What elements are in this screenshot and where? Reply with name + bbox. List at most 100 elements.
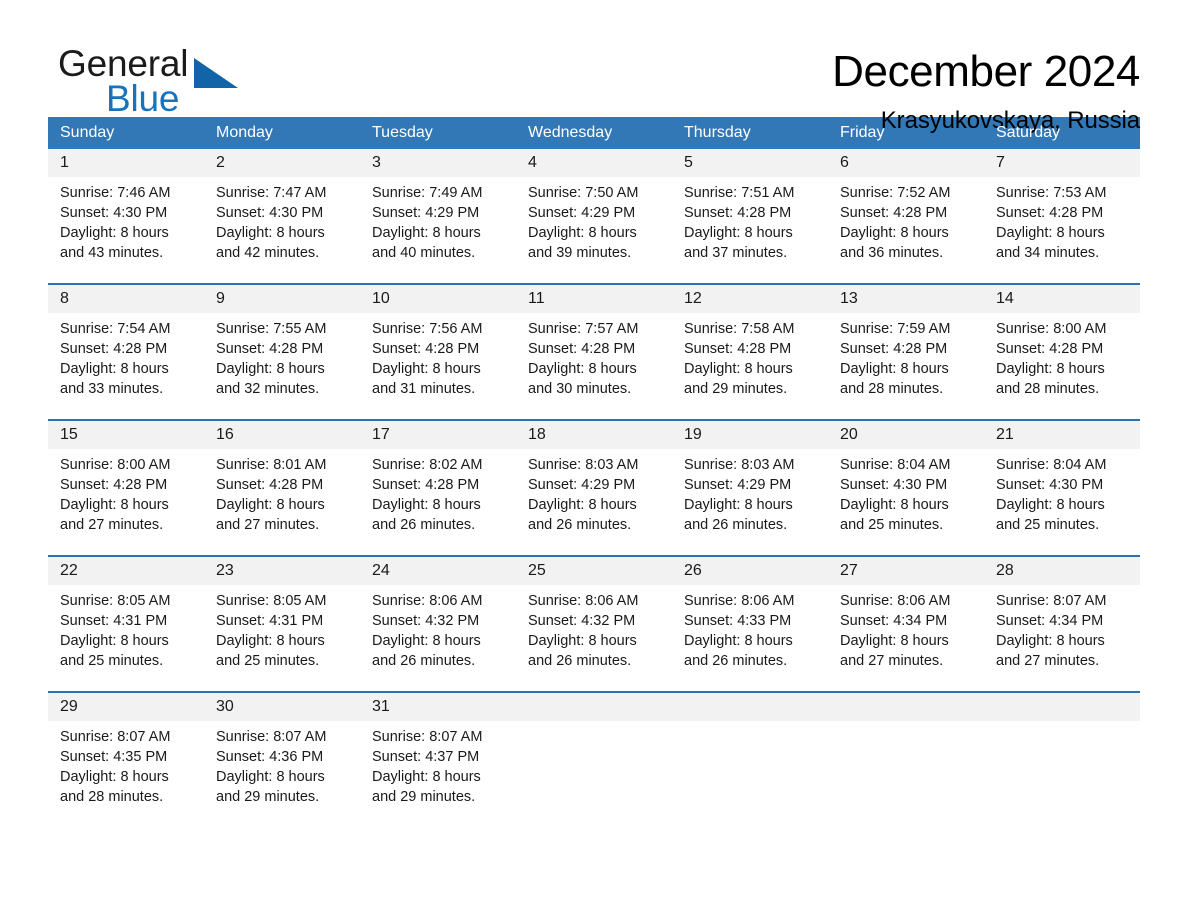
day-sunset-text: Sunset: 4:28 PM — [996, 341, 1104, 357]
day-cell[interactable]: Sunrise: 8:07 AM Sunset: 4:34 PM Daylight:… — [984, 585, 1140, 691]
calendar-week-row: 8 9 10 11 12 13 14 Sunrise: 7:54 AM Sunset: 4:28… — [48, 283, 1140, 419]
day-cell[interactable]: Sunrise: 8:02 AM Sunset: 4:28 PM Daylight:… — [360, 449, 516, 555]
day-daylight-1-text: Daylight: 8 hours — [996, 633, 1105, 649]
day-cell[interactable]: Sunrise: 7:49 AM Sunset: 4:29 PM Daylight:… — [360, 177, 516, 283]
day-number[interactable]: 29 — [48, 693, 204, 721]
day-cell[interactable]: Sunrise: 8:01 AM Sunset: 4:28 PM Daylight:… — [204, 449, 360, 555]
day-number[interactable]: 21 — [984, 421, 1140, 449]
day-number[interactable]: 17 — [360, 421, 516, 449]
day-number[interactable]: 9 — [204, 285, 360, 313]
day-cell[interactable]: Sunrise: 8:06 AM Sunset: 4:32 PM Daylight:… — [360, 585, 516, 691]
day-cell[interactable]: Sunrise: 8:04 AM Sunset: 4:30 PM Daylight:… — [828, 449, 984, 555]
day-number[interactable]: 1 — [48, 149, 204, 177]
day-cell[interactable]: Sunrise: 8:06 AM Sunset: 4:34 PM Daylight:… — [828, 585, 984, 691]
day-daylight-2-text: and 26 minutes. — [684, 517, 788, 533]
day-number[interactable]: 27 — [828, 557, 984, 585]
day-number-band: 15 16 17 18 19 20 21 — [48, 421, 1140, 449]
day-cell[interactable]: Sunrise: 7:52 AM Sunset: 4:28 PM Daylight:… — [828, 177, 984, 283]
day-cell[interactable]: Sunrise: 8:07 AM Sunset: 4:37 PM Daylight:… — [360, 721, 516, 833]
day-sunrise-text: Sunrise: 7:59 AM — [840, 321, 951, 337]
day-daylight-2-text: and 28 minutes. — [996, 381, 1100, 397]
calendar-week-row: 22 23 24 25 26 27 28 Sunrise: 8:05 AM Sunset: 4:… — [48, 555, 1140, 691]
day-sunset-text: Sunset: 4:29 PM — [528, 477, 636, 493]
calendar-grid: Sunday Monday Tuesday Wednesday Thursday Frid… — [48, 117, 1140, 833]
day-number[interactable]: 30 — [204, 693, 360, 721]
day-number[interactable]: 25 — [516, 557, 672, 585]
day-cell[interactable]: Sunrise: 7:53 AM Sunset: 4:28 PM Daylight:… — [984, 177, 1140, 283]
day-sunset-text: Sunset: 4:34 PM — [840, 613, 948, 629]
day-number[interactable]: 10 — [360, 285, 516, 313]
day-number[interactable]: 18 — [516, 421, 672, 449]
day-number[interactable]: 13 — [828, 285, 984, 313]
day-daylight-2-text: and 34 minutes. — [996, 245, 1100, 261]
day-sunrise-text: Sunrise: 8:06 AM — [840, 593, 951, 609]
day-sunset-text: Sunset: 4:29 PM — [684, 477, 792, 493]
day-number[interactable]: 8 — [48, 285, 204, 313]
day-cell[interactable]: Sunrise: 7:51 AM Sunset: 4:28 PM Daylight:… — [672, 177, 828, 283]
day-detail-row: Sunrise: 8:05 AM Sunset: 4:31 PM Daylight:… — [48, 585, 1140, 691]
day-number[interactable]: 23 — [204, 557, 360, 585]
day-sunset-text: Sunset: 4:28 PM — [528, 341, 636, 357]
day-sunset-text: Sunset: 4:30 PM — [840, 477, 948, 493]
day-cell[interactable]: Sunrise: 8:07 AM Sunset: 4:35 PM Daylight:… — [48, 721, 204, 833]
day-cell[interactable]: Sunrise: 8:00 AM Sunset: 4:28 PM Daylight:… — [48, 449, 204, 555]
day-cell[interactable]: Sunrise: 8:03 AM Sunset: 4:29 PM Daylight:… — [672, 449, 828, 555]
day-daylight-2-text: and 28 minutes. — [60, 789, 164, 805]
day-number[interactable]: 4 — [516, 149, 672, 177]
day-cell[interactable]: Sunrise: 8:05 AM Sunset: 4:31 PM Daylight:… — [204, 585, 360, 691]
day-cell[interactable]: Sunrise: 8:06 AM Sunset: 4:33 PM Daylight:… — [672, 585, 828, 691]
day-number[interactable]: 28 — [984, 557, 1140, 585]
day-sunset-text: Sunset: 4:28 PM — [840, 341, 948, 357]
day-daylight-1-text: Daylight: 8 hours — [216, 769, 325, 785]
day-cell[interactable]: Sunrise: 7:56 AM Sunset: 4:28 PM Daylight:… — [360, 313, 516, 419]
day-sunset-text: Sunset: 4:28 PM — [372, 341, 480, 357]
day-cell[interactable]: Sunrise: 7:55 AM Sunset: 4:28 PM Daylight:… — [204, 313, 360, 419]
day-cell-empty — [516, 721, 672, 833]
day-sunset-text: Sunset: 4:32 PM — [528, 613, 636, 629]
day-cell[interactable]: Sunrise: 8:05 AM Sunset: 4:31 PM Daylight:… — [48, 585, 204, 691]
day-cell[interactable]: Sunrise: 7:58 AM Sunset: 4:28 PM Daylight:… — [672, 313, 828, 419]
day-daylight-2-text: and 26 minutes. — [684, 653, 788, 669]
day-number[interactable]: 14 — [984, 285, 1140, 313]
day-cell[interactable]: Sunrise: 8:04 AM Sunset: 4:30 PM Daylight:… — [984, 449, 1140, 555]
day-daylight-1-text: Daylight: 8 hours — [60, 769, 169, 785]
day-sunset-text: Sunset: 4:34 PM — [996, 613, 1104, 629]
day-cell[interactable]: Sunrise: 7:57 AM Sunset: 4:28 PM Daylight:… — [516, 313, 672, 419]
day-number[interactable]: 6 — [828, 149, 984, 177]
day-cell[interactable]: Sunrise: 7:47 AM Sunset: 4:30 PM Daylight:… — [204, 177, 360, 283]
day-cell[interactable]: Sunrise: 7:50 AM Sunset: 4:29 PM Daylight:… — [516, 177, 672, 283]
day-daylight-2-text: and 26 minutes. — [528, 517, 632, 533]
day-daylight-2-text: and 36 minutes. — [840, 245, 944, 261]
day-number[interactable]: 22 — [48, 557, 204, 585]
day-sunrise-text: Sunrise: 8:07 AM — [60, 729, 171, 745]
day-number[interactable]: 31 — [360, 693, 516, 721]
day-sunrise-text: Sunrise: 7:46 AM — [60, 185, 171, 201]
day-number[interactable]: 3 — [360, 149, 516, 177]
day-number[interactable]: 11 — [516, 285, 672, 313]
day-number[interactable]: 12 — [672, 285, 828, 313]
day-daylight-2-text: and 28 minutes. — [840, 381, 944, 397]
day-daylight-1-text: Daylight: 8 hours — [60, 633, 169, 649]
day-number[interactable]: 5 — [672, 149, 828, 177]
day-number[interactable]: 15 — [48, 421, 204, 449]
day-cell[interactable]: Sunrise: 7:54 AM Sunset: 4:28 PM Daylight:… — [48, 313, 204, 419]
day-number[interactable]: 19 — [672, 421, 828, 449]
day-number[interactable]: 20 — [828, 421, 984, 449]
day-cell[interactable]: Sunrise: 8:06 AM Sunset: 4:32 PM Daylight:… — [516, 585, 672, 691]
day-daylight-2-text: and 40 minutes. — [372, 245, 476, 261]
day-detail-row: Sunrise: 8:07 AM Sunset: 4:35 PM Daylight:… — [48, 721, 1140, 833]
day-daylight-1-text: Daylight: 8 hours — [528, 633, 637, 649]
day-number[interactable]: 26 — [672, 557, 828, 585]
day-daylight-1-text: Daylight: 8 hours — [216, 633, 325, 649]
day-cell[interactable]: Sunrise: 7:46 AM Sunset: 4:30 PM Daylight:… — [48, 177, 204, 283]
day-number[interactable]: 2 — [204, 149, 360, 177]
day-detail-row: Sunrise: 7:54 AM Sunset: 4:28 PM Daylight:… — [48, 313, 1140, 419]
day-number[interactable]: 24 — [360, 557, 516, 585]
day-cell[interactable]: Sunrise: 8:00 AM Sunset: 4:28 PM Daylight:… — [984, 313, 1140, 419]
day-number[interactable]: 16 — [204, 421, 360, 449]
day-cell[interactable]: Sunrise: 7:59 AM Sunset: 4:28 PM Daylight:… — [828, 313, 984, 419]
day-sunrise-text: Sunrise: 7:52 AM — [840, 185, 951, 201]
day-number[interactable]: 7 — [984, 149, 1140, 177]
day-cell[interactable]: Sunrise: 8:07 AM Sunset: 4:36 PM Daylight:… — [204, 721, 360, 833]
day-cell[interactable]: Sunrise: 8:03 AM Sunset: 4:29 PM Daylight:… — [516, 449, 672, 555]
